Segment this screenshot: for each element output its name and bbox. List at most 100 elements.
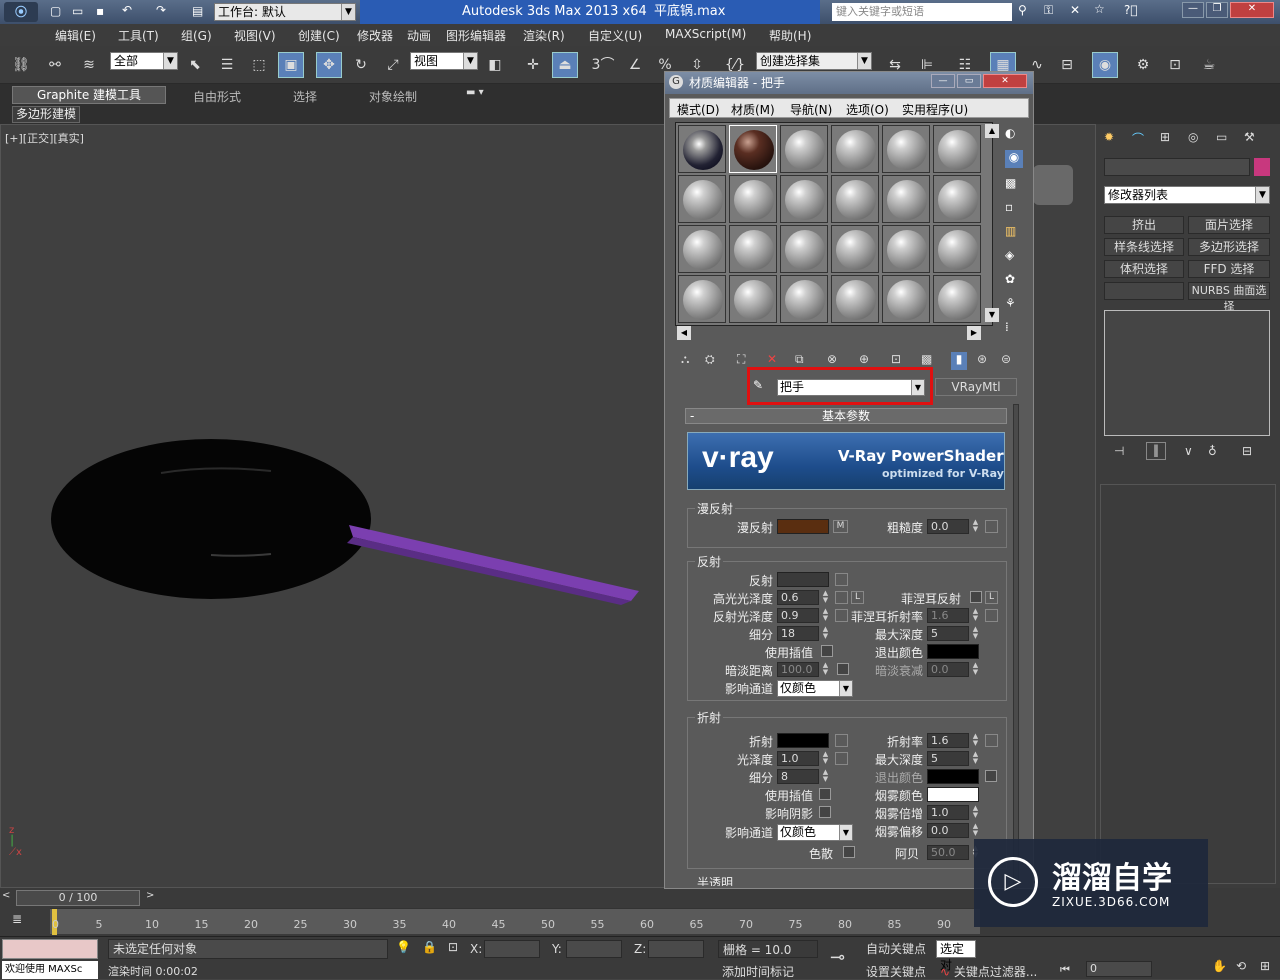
refr-max-depth-spinner[interactable]: 5 (927, 751, 969, 766)
me-menu-options[interactable]: 选项(O) (846, 101, 889, 118)
selection-lock-icon[interactable]: 🔒 (422, 940, 437, 954)
viewport-label[interactable]: [+][正交][真实] (5, 130, 84, 146)
me-close-button[interactable]: ✕ (983, 74, 1027, 88)
hilight-gloss-spinner[interactable]: 0.6 (777, 590, 819, 605)
diffuse-map-button[interactable]: M (833, 520, 848, 533)
y-coord-field[interactable] (566, 940, 622, 958)
favorite-star-icon[interactable]: ☆ (1094, 2, 1105, 16)
fog-mult-spinner[interactable]: 1.0 (927, 805, 969, 820)
affect-shadows-checkbox[interactable] (819, 806, 831, 818)
sample-slot[interactable] (729, 225, 777, 273)
pan-view-icon[interactable]: ✋ (1212, 959, 1227, 973)
me-maximize-button[interactable]: ▭ (957, 74, 981, 88)
ribbon-subtab-polygon-modeling[interactable]: 多边形建模 (12, 106, 80, 123)
refr-affect-channels-dropdown[interactable]: 仅颜色 ▼ (777, 824, 853, 841)
put-to-library-icon[interactable]: ⊕ (859, 352, 869, 366)
auto-key-button[interactable]: 自动关键点 (866, 940, 926, 957)
key-filters-button[interactable]: ∿ 关键点过滤器... (940, 963, 1037, 980)
refl-subdivs-arrows[interactable]: ▲ ▼ (821, 626, 830, 641)
menu-create[interactable]: 创建(C) (298, 27, 340, 44)
select-by-material-icon[interactable]: ⚘ (1005, 296, 1016, 310)
go-forward-sibling-icon[interactable]: ⊜ (1001, 352, 1011, 366)
modifier-poly-select-button[interactable]: 多边形选择 (1188, 238, 1270, 256)
ribbon-tab-object-paint[interactable]: 对象绘制 (369, 88, 417, 105)
dispersion-checkbox[interactable] (843, 846, 855, 858)
menu-animation[interactable]: 动画 (407, 27, 431, 44)
sample-slot[interactable] (729, 125, 777, 173)
dim-dist-checkbox[interactable] (837, 663, 849, 675)
sample-slot[interactable] (882, 225, 930, 273)
ribbon-tab-selection[interactable]: 选择 (293, 88, 317, 105)
make-unique-icon[interactable]: ∨ (1184, 444, 1193, 458)
menu-group[interactable]: 组(G) (181, 27, 212, 44)
menu-customize[interactable]: 自定义(U) (588, 27, 642, 44)
save-file-icon[interactable]: ▪ (96, 4, 104, 18)
add-time-tag-button[interactable]: 添加时间标记 (694, 963, 824, 979)
named-selection-dropdown[interactable]: 创建选择集 ▼ (756, 52, 872, 70)
sample-slot[interactable] (831, 275, 879, 323)
me-menu-modes[interactable]: 模式(D) (677, 101, 720, 118)
box-object[interactable] (1033, 165, 1073, 205)
menu-maxscript[interactable]: MAXScript(M) (665, 27, 746, 41)
sample-slot[interactable] (831, 175, 879, 223)
absolute-mode-icon[interactable]: ⊡ (448, 940, 458, 954)
minimize-button[interactable]: — (1182, 2, 1204, 18)
schematic-view-icon[interactable]: ⊟ (1054, 52, 1080, 78)
display-tab-icon[interactable]: ▭ (1216, 130, 1227, 144)
ior-spinner[interactable]: 1.6 (927, 733, 969, 748)
modifier-patch-select-button[interactable]: 面片选择 (1188, 216, 1270, 234)
refl-gloss-arrows[interactable]: ▲ ▼ (821, 608, 830, 623)
rect-selection-icon[interactable]: ⬚ (246, 52, 272, 78)
ior-arrows[interactable]: ▲ ▼ (971, 733, 980, 748)
pan-geometry[interactable] (51, 425, 651, 615)
snaps-toggle-icon[interactable]: 3⌒ (590, 52, 616, 78)
new-file-icon[interactable]: ▢ (50, 4, 61, 18)
open-file-icon[interactable]: ▭ (72, 4, 83, 18)
sample-slot[interactable] (831, 125, 879, 173)
reference-coord-dropdown[interactable]: 视图 ▼ (410, 52, 478, 70)
dim-falloff-arrows[interactable]: ▲ ▼ (971, 662, 980, 677)
sample-slot[interactable] (933, 125, 981, 173)
diffuse-color-swatch[interactable] (777, 519, 829, 534)
sample-slot[interactable] (933, 175, 981, 223)
workspace-dropdown[interactable]: 工作台: 默认 ▼ (214, 3, 356, 21)
roughness-spinner-arrows[interactable]: ▲ ▼ (971, 519, 980, 534)
isolate-selection-icon[interactable]: 💡 (396, 940, 411, 954)
refl-gloss-map-button[interactable] (835, 609, 848, 622)
reset-map-icon[interactable]: ✕ (767, 352, 777, 366)
restore-button[interactable]: ❐ (1206, 2, 1228, 18)
slots-scroll-up[interactable]: ▲ (985, 124, 999, 138)
reflect-color-swatch[interactable] (777, 572, 829, 587)
object-color-swatch[interactable] (1254, 158, 1270, 176)
sample-slot[interactable] (780, 225, 828, 273)
maxscript-mini-listener[interactable] (2, 939, 98, 959)
fog-bias-spinner[interactable]: 0.0 (927, 823, 969, 838)
selection-filter-dropdown[interactable]: 全部 ▼ (110, 52, 178, 70)
object-name-field[interactable] (1104, 158, 1250, 176)
sample-slot[interactable] (882, 125, 930, 173)
refl-gloss-spinner[interactable]: 0.9 (777, 608, 819, 623)
roughness-map-button[interactable] (985, 520, 998, 533)
modifier-vol-select-button[interactable]: 体积选择 (1104, 260, 1184, 278)
dim-dist-spinner[interactable]: 100.0 (777, 662, 819, 677)
backlight-icon[interactable]: ◉ (1005, 150, 1023, 168)
scale-icon[interactable]: ⤢ (380, 52, 406, 78)
create-tab-icon[interactable]: ✹ (1104, 130, 1114, 144)
material-id-channel-icon[interactable]: ⊡ (891, 352, 901, 366)
sample-slot[interactable] (882, 275, 930, 323)
refl-use-interp-checkbox[interactable] (821, 645, 833, 657)
refr-gloss-map-button[interactable] (835, 752, 848, 765)
utilities-tab-icon[interactable]: ⚒ (1244, 130, 1255, 144)
select-by-name-icon[interactable]: ☰ (214, 52, 240, 78)
time-slider-next[interactable]: > (146, 890, 154, 901)
me-menu-navigation[interactable]: 导航(N) (790, 101, 832, 118)
render-setup-icon[interactable]: ⚙ (1130, 52, 1156, 78)
render-production-icon[interactable]: ☕ (1196, 52, 1222, 78)
select-manipulate-icon[interactable]: ✛ (520, 52, 546, 78)
ribbon-tab-freeform[interactable]: 自由形式 (193, 88, 241, 105)
menu-tools[interactable]: 工具(T) (118, 27, 159, 44)
angle-snap-icon[interactable]: ∠ (622, 52, 648, 78)
remove-modifier-icon[interactable]: ♁ (1208, 444, 1217, 458)
refr-use-interp-checkbox[interactable] (819, 788, 831, 800)
fresnel-checkbox[interactable] (970, 591, 982, 603)
